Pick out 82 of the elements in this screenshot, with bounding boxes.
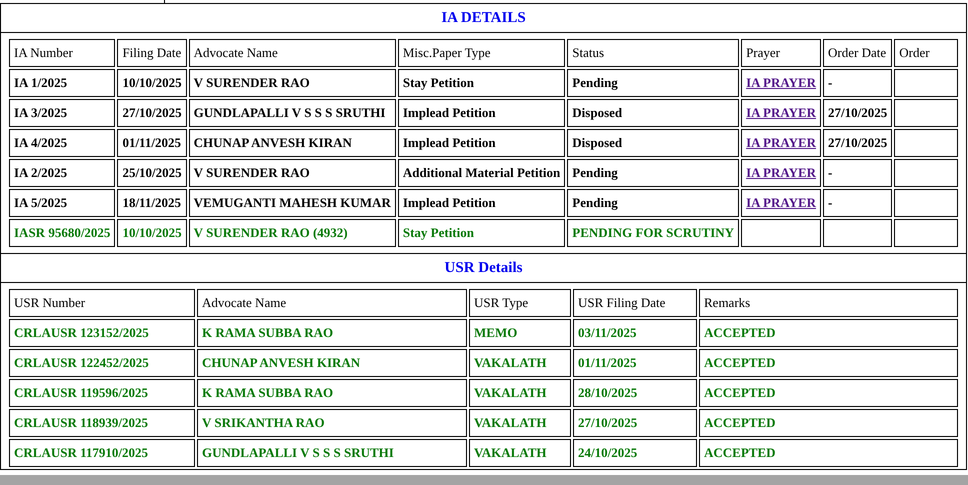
column-header: USR Type xyxy=(469,289,571,317)
empty-cell xyxy=(894,159,958,187)
table-cell: MEMO xyxy=(469,319,571,347)
column-header: USR Filing Date xyxy=(573,289,697,317)
table-cell: - xyxy=(823,159,892,187)
table-cell: CRLAUSR 119596/2025 xyxy=(9,379,195,407)
column-header: USR Number xyxy=(9,289,195,317)
column-header: Misc.Paper Type xyxy=(398,39,566,67)
table-cell: 10/10/2025 xyxy=(117,69,187,97)
table-cell: CHUNAP ANVESH KIRAN xyxy=(188,129,396,157)
table-cell: V SURENDER RAO (4932) xyxy=(188,219,396,247)
table-cell: - xyxy=(823,69,892,97)
table-cell: V SURENDER RAO xyxy=(188,159,396,187)
table-cell: VAKALATH xyxy=(469,409,571,437)
column-header: Filing Date xyxy=(117,39,187,67)
table-cell: VAKALATH xyxy=(469,349,571,377)
table-cell: IA 1/2025 xyxy=(9,69,116,97)
table-cell: V SURENDER RAO xyxy=(188,69,396,97)
table-cell: IA 3/2025 xyxy=(9,99,116,127)
table-cell: 24/10/2025 xyxy=(573,439,697,467)
table-cell: Stay Petition xyxy=(398,69,566,97)
table-cell: Pending xyxy=(567,69,740,97)
table-cell: Stay Petition xyxy=(398,219,566,247)
table-cell: GUNDLAPALLI V S S S SRUTHI xyxy=(188,99,396,127)
column-header: Order xyxy=(894,39,958,67)
table-cell: 01/11/2025 xyxy=(117,129,187,157)
table-cell: Additional Material Petition xyxy=(398,159,566,187)
table-cell: VAKALATH xyxy=(469,439,571,467)
table-cell: Pending xyxy=(567,159,740,187)
table-cell: Disposed xyxy=(567,129,740,157)
empty-cell xyxy=(894,219,958,247)
table-cell: ACCEPTED xyxy=(699,439,958,467)
table-cell: K RAMA SUBBA RAO xyxy=(197,379,467,407)
table-cell: Implead Petition xyxy=(398,99,566,127)
table-cell: 27/10/2025 xyxy=(117,99,187,127)
table-cell: V SRIKANTHA RAO xyxy=(197,409,467,437)
table-cell: GUNDLAPALLI V S S S SRUTHI xyxy=(197,439,467,467)
empty-cell xyxy=(894,129,958,157)
table-cell: 01/11/2025 xyxy=(573,349,697,377)
empty-cell xyxy=(894,69,958,97)
table-cell: Implead Petition xyxy=(398,129,566,157)
table-cell: 28/10/2025 xyxy=(573,379,697,407)
table-cell: 27/10/2025 xyxy=(823,129,892,157)
table-cell: 03/11/2025 xyxy=(573,319,697,347)
table-cell: CRLAUSR 122452/2025 xyxy=(9,349,195,377)
table-cell: 27/10/2025 xyxy=(573,409,697,437)
table-cell: VEMUGANTI MAHESH KUMAR xyxy=(188,189,396,217)
section-title: IA DETAILS xyxy=(441,9,526,27)
column-header: Advocate Name xyxy=(188,39,396,67)
table-cell: IA 5/2025 xyxy=(9,189,116,217)
table-cell: Disposed xyxy=(567,99,740,127)
section-title: USR Details xyxy=(444,259,522,277)
table-cell: 18/11/2025 xyxy=(117,189,187,217)
table-cell: IASR 95680/2025 xyxy=(9,219,116,247)
table-cell: 25/10/2025 xyxy=(117,159,187,187)
table-cell: IA 4/2025 xyxy=(9,129,116,157)
table-cell: PENDING FOR SCRUTINY xyxy=(567,219,740,247)
table-cell: CHUNAP ANVESH KIRAN xyxy=(197,349,467,377)
table-cell: 27/10/2025 xyxy=(823,99,892,127)
table-cell: ACCEPTED xyxy=(699,379,958,407)
column-header: Status xyxy=(567,39,740,67)
table-cell: VAKALATH xyxy=(469,379,571,407)
table-cell: CRLAUSR 123152/2025 xyxy=(9,319,195,347)
table-cell: Pending xyxy=(567,189,740,217)
table-cell: CRLAUSR 117910/2025 xyxy=(9,439,195,467)
empty-cell xyxy=(823,219,892,247)
column-header: Prayer xyxy=(741,39,822,67)
table-cell: ACCEPTED xyxy=(699,349,958,377)
empty-cell xyxy=(894,99,958,127)
table-cell: ACCEPTED xyxy=(699,319,958,347)
table-cell: ACCEPTED xyxy=(699,409,958,437)
table-cell: CRLAUSR 118939/2025 xyxy=(9,409,195,437)
table-cell: 10/10/2025 xyxy=(117,219,187,247)
table-cell: - xyxy=(823,189,892,217)
table-cell: IA 2/2025 xyxy=(9,159,116,187)
column-header: Advocate Name xyxy=(197,289,467,317)
column-header: IA Number xyxy=(9,39,116,67)
column-header: Remarks xyxy=(699,289,958,317)
table-cell: K RAMA SUBBA RAO xyxy=(197,319,467,347)
column-header: Order Date xyxy=(823,39,892,67)
empty-cell xyxy=(894,189,958,217)
table-cell: Implead Petition xyxy=(398,189,566,217)
